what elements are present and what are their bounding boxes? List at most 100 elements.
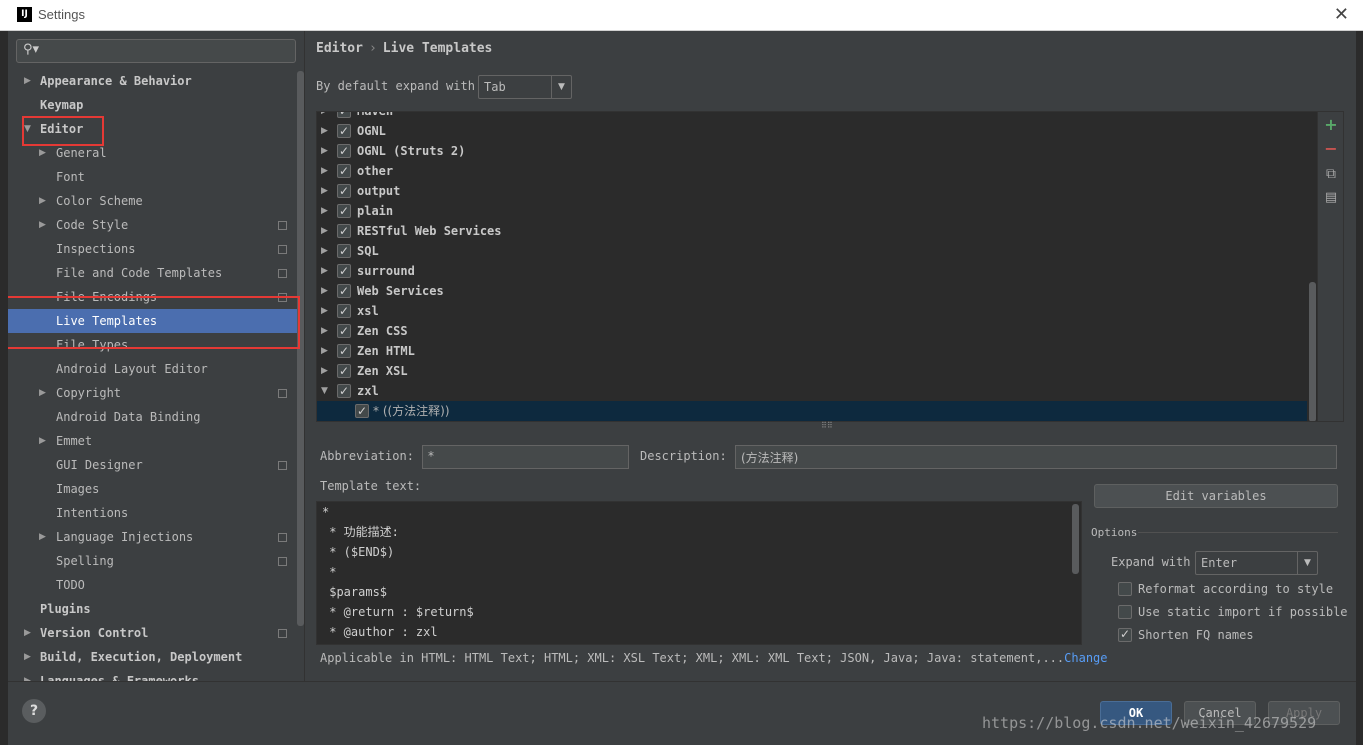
- expand-with-select[interactable]: Enter ▼: [1195, 551, 1318, 575]
- expand-arrow-icon[interactable]: ▶: [321, 121, 328, 141]
- expand-arrow-icon[interactable]: ▶: [39, 189, 46, 213]
- sidebar-item-build-execution[interactable]: ▶ Build, Execution, Deployment: [8, 645, 298, 669]
- shorten-fq-checkbox[interactable]: [1118, 625, 1132, 643]
- cancel-button[interactable]: Cancel: [1184, 701, 1256, 725]
- sidebar-item-font[interactable]: Font: [8, 165, 298, 189]
- template-group-web-services[interactable]: ▶ Web Services: [317, 281, 1307, 301]
- sidebar-item-intentions[interactable]: Intentions: [8, 501, 298, 525]
- change-context-link[interactable]: Change: [1064, 651, 1107, 665]
- sidebar-item-copyright[interactable]: ▶ Copyright: [8, 381, 298, 405]
- template-group-zen-css[interactable]: ▶ Zen CSS: [317, 321, 1307, 341]
- restore-defaults-icon[interactable]: ▤: [1322, 189, 1340, 207]
- expand-arrow-icon[interactable]: ▶: [321, 141, 328, 161]
- expand-arrow-icon[interactable]: ▶: [321, 201, 328, 221]
- apply-button[interactable]: Apply: [1268, 701, 1340, 725]
- template-group-xsl[interactable]: ▶ xsl: [317, 301, 1307, 321]
- remove-icon[interactable]: −: [1322, 140, 1340, 158]
- sidebar-item-file-code-templates[interactable]: File and Code Templates: [8, 261, 298, 285]
- sidebar-item-editor[interactable]: ▼ Editor: [8, 117, 298, 141]
- expand-arrow-icon[interactable]: ▶: [321, 321, 328, 341]
- group-checkbox[interactable]: [337, 121, 351, 141]
- expand-arrow-icon[interactable]: ▶: [39, 429, 46, 453]
- sidebar-item-plugins[interactable]: Plugins: [8, 597, 298, 621]
- template-group-zen-html[interactable]: ▶ Zen HTML: [317, 341, 1307, 361]
- template-item-method-comment[interactable]: * ((方法注释)): [317, 401, 1307, 421]
- expand-arrow-icon[interactable]: ▶: [24, 645, 31, 669]
- description-input[interactable]: (方法注释): [735, 445, 1337, 469]
- group-checkbox[interactable]: [337, 341, 351, 361]
- sidebar-item-keymap[interactable]: Keymap: [8, 93, 298, 117]
- add-icon[interactable]: +: [1322, 116, 1340, 134]
- sidebar-item-languages-frameworks[interactable]: ▶ Languages & Frameworks: [8, 669, 298, 681]
- collapse-arrow-icon[interactable]: ▼: [321, 381, 328, 401]
- group-checkbox[interactable]: [337, 112, 351, 121]
- template-group-sql[interactable]: ▶ SQL: [317, 241, 1307, 261]
- sidebar-item-inspections[interactable]: Inspections: [8, 237, 298, 261]
- template-group-zen-xsl[interactable]: ▶ Zen XSL: [317, 361, 1307, 381]
- expand-arrow-icon[interactable]: ▶: [321, 221, 328, 241]
- template-group-plain[interactable]: ▶ plain: [317, 201, 1307, 221]
- sidebar-item-gui-designer[interactable]: GUI Designer: [8, 453, 298, 477]
- expand-arrow-icon[interactable]: ▶: [321, 181, 328, 201]
- editor-scrollbar[interactable]: [1072, 504, 1079, 574]
- chevron-down-icon[interactable]: ▼: [1297, 552, 1317, 574]
- expand-arrow-icon[interactable]: ▶: [321, 261, 328, 281]
- group-checkbox[interactable]: [337, 241, 351, 261]
- splitter-handle[interactable]: ⠿⠿: [821, 421, 833, 430]
- template-group-output[interactable]: ▶ output: [317, 181, 1307, 201]
- sidebar-item-android-data-binding[interactable]: Android Data Binding: [8, 405, 298, 429]
- sidebar-item-emmet[interactable]: ▶ Emmet: [8, 429, 298, 453]
- expand-arrow-icon[interactable]: ▶: [39, 525, 46, 549]
- template-group-ognl[interactable]: ▶ OGNL: [317, 121, 1307, 141]
- template-group-restful[interactable]: ▶ RESTful Web Services: [317, 221, 1307, 241]
- sidebar-item-color-scheme[interactable]: ▶ Color Scheme: [8, 189, 298, 213]
- sidebar-item-android-layout-editor[interactable]: Android Layout Editor: [8, 357, 298, 381]
- template-group-other[interactable]: ▶ other: [317, 161, 1307, 181]
- template-text-editor[interactable]: * * 功能描述: * ($END$) * $params$ * @return…: [316, 501, 1082, 645]
- sidebar-item-appearance[interactable]: ▶ Appearance & Behavior: [8, 69, 298, 93]
- template-group-maven[interactable]: ▶ Maven: [317, 112, 1307, 121]
- group-checkbox[interactable]: [337, 381, 351, 401]
- expand-arrow-icon[interactable]: ▶: [321, 281, 328, 301]
- group-checkbox[interactable]: [337, 221, 351, 241]
- search-input[interactable]: ⚲▾: [16, 39, 296, 63]
- abbreviation-input[interactable]: *: [422, 445, 629, 469]
- sidebar-item-file-types[interactable]: File Types: [8, 333, 298, 357]
- sidebar-item-live-templates[interactable]: Live Templates: [8, 309, 298, 333]
- collapse-arrow-icon[interactable]: ▼: [24, 117, 31, 141]
- expand-arrow-icon[interactable]: ▶: [321, 341, 328, 361]
- copy-icon[interactable]: ⧉: [1322, 165, 1340, 183]
- sidebar-item-version-control[interactable]: ▶ Version Control: [8, 621, 298, 645]
- group-checkbox[interactable]: [337, 281, 351, 301]
- expand-arrow-icon[interactable]: ▶: [321, 301, 328, 321]
- sidebar-scrollbar[interactable]: [297, 71, 304, 626]
- static-import-checkbox[interactable]: [1118, 605, 1132, 619]
- template-checkbox[interactable]: [355, 401, 369, 421]
- expand-arrow-icon[interactable]: ▶: [24, 69, 31, 93]
- group-checkbox[interactable]: [337, 321, 351, 341]
- sidebar-item-language-injections[interactable]: ▶ Language Injections: [8, 525, 298, 549]
- group-checkbox[interactable]: [337, 261, 351, 281]
- chevron-down-icon[interactable]: ▼: [551, 76, 571, 98]
- close-icon[interactable]: ✕: [1334, 4, 1349, 25]
- sidebar-item-general[interactable]: ▶ General: [8, 141, 298, 165]
- edit-variables-button[interactable]: Edit variables: [1094, 484, 1338, 508]
- ok-button[interactable]: OK: [1100, 701, 1172, 725]
- default-expand-select[interactable]: Tab ▼: [478, 75, 572, 99]
- expand-arrow-icon[interactable]: ▶: [39, 213, 46, 237]
- template-list-scrollbar[interactable]: [1309, 282, 1316, 421]
- expand-arrow-icon[interactable]: ▶: [321, 361, 328, 381]
- group-checkbox[interactable]: [337, 181, 351, 201]
- group-checkbox[interactable]: [337, 161, 351, 181]
- expand-arrow-icon[interactable]: ▶: [24, 669, 31, 681]
- group-checkbox[interactable]: [337, 201, 351, 221]
- sidebar-item-code-style[interactable]: ▶ Code Style: [8, 213, 298, 237]
- sidebar-item-images[interactable]: Images: [8, 477, 298, 501]
- reformat-checkbox[interactable]: [1118, 582, 1132, 596]
- sidebar-item-todo[interactable]: TODO: [8, 573, 298, 597]
- group-checkbox[interactable]: [337, 301, 351, 321]
- expand-arrow-icon[interactable]: ▶: [321, 112, 328, 121]
- template-group-surround[interactable]: ▶ surround: [317, 261, 1307, 281]
- template-group-ognl-struts[interactable]: ▶ OGNL (Struts 2): [317, 141, 1307, 161]
- template-group-zxl[interactable]: ▼ zxl: [317, 381, 1307, 401]
